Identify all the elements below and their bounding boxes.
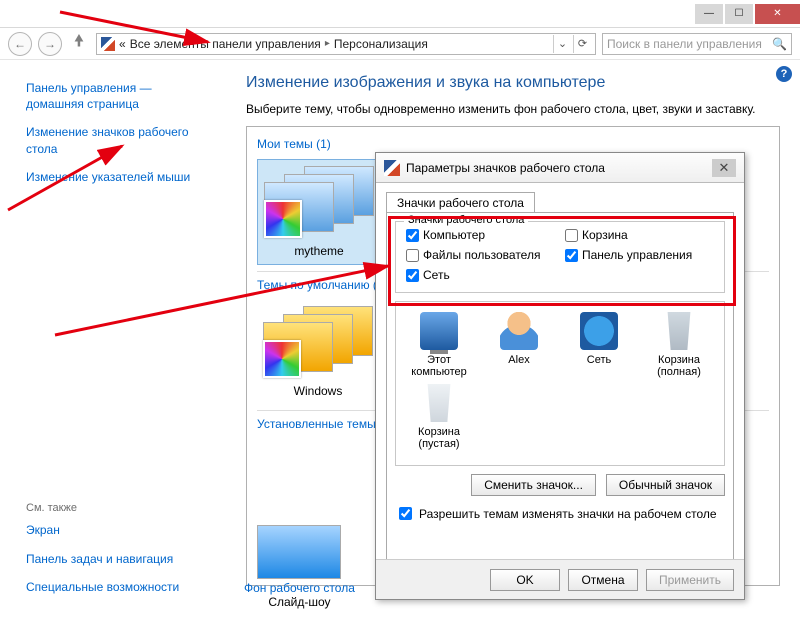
help-icon[interactable]: ? [776, 66, 792, 82]
allow-themes-label: Разрешить темам изменять значки на рабоч… [419, 507, 717, 521]
chevron-down-icon[interactable]: ⌄ [553, 35, 571, 53]
search-input[interactable]: Поиск в панели управления 🔍 [602, 33, 792, 55]
icon-bin-empty[interactable]: Корзина (пустая) [402, 384, 476, 450]
icon-bin-full[interactable]: Корзина (полная) [642, 312, 716, 378]
dialog-titlebar[interactable]: Параметры значков рабочего стола ✕ [376, 153, 744, 183]
desktop-bg-thumb[interactable] [257, 525, 341, 579]
annotation-highlight-box [388, 216, 736, 306]
dialog-title: Параметры значков рабочего стола [406, 161, 605, 175]
recycle-bin-empty-icon [420, 384, 458, 422]
link-change-desktop-icons[interactable]: Изменение значков рабочего стола [26, 124, 212, 156]
recycle-bin-full-icon [660, 312, 698, 350]
icon-network[interactable]: Сеть [562, 312, 636, 378]
computer-icon [420, 312, 458, 350]
default-icon-button[interactable]: Обычный значок [606, 474, 725, 496]
link-accessibility[interactable]: Специальные возможности [26, 579, 212, 595]
control-panel-icon [101, 37, 115, 51]
link-screen[interactable]: Экран [26, 522, 212, 538]
titlebar: — ☐ ✕ [0, 0, 800, 28]
minimize-button[interactable]: — [695, 4, 723, 24]
user-icon [500, 312, 538, 350]
color-swatch-icon [263, 340, 301, 378]
icon-this-pc[interactable]: Этот компьютер [402, 312, 476, 378]
theme-name: Windows [263, 384, 373, 398]
apply-button[interactable]: Применить [646, 569, 734, 591]
link-taskbar[interactable]: Панель задач и навигация [26, 551, 212, 567]
chevron-right-icon[interactable]: ▸ [325, 38, 330, 49]
link-cp-home[interactable]: Панель управления — домашняя страница [26, 80, 212, 112]
close-button[interactable]: ✕ [755, 4, 800, 24]
dialog-close-button[interactable]: ✕ [712, 159, 736, 177]
refresh-icon[interactable]: ⟳ [573, 35, 591, 53]
network-icon [580, 312, 618, 350]
sidebar: Панель управления — домашняя страница Из… [0, 60, 226, 617]
maximize-button[interactable]: ☐ [725, 4, 753, 24]
icon-user[interactable]: Alex [482, 312, 556, 378]
page-title: Изменение изображения и звука на компьют… [246, 74, 780, 92]
theme-thumbnail [264, 166, 374, 238]
breadcrumb-1[interactable]: Все элементы панели управления [130, 37, 321, 51]
tab-desktop-icons[interactable]: Значки рабочего стола [386, 192, 535, 213]
allow-themes-checkbox[interactable] [399, 507, 412, 520]
theme-thumbnail [263, 306, 373, 378]
breadcrumb-2[interactable]: Персонализация [334, 37, 428, 51]
ok-button[interactable]: OK [490, 569, 560, 591]
toolbar: ← → 🠝 « Все элементы панели управления ▸… [0, 28, 800, 60]
icon-preview-grid[interactable]: Этот компьютер Alex Сеть Корзина (полная… [395, 301, 725, 466]
back-button[interactable]: ← [8, 32, 32, 56]
forward-button[interactable]: → [38, 32, 62, 56]
page-desc: Выберите тему, чтобы одновременно измени… [246, 102, 780, 116]
change-icon-button[interactable]: Сменить значок... [471, 474, 596, 496]
up-button[interactable]: 🠝 [68, 33, 90, 55]
see-also-label: См. также [26, 502, 212, 514]
breadcrumb-pre: « [119, 37, 126, 51]
theme-windows[interactable]: Windows [257, 300, 379, 404]
my-themes-label: Мои темы (1) [257, 137, 769, 151]
link-change-pointers[interactable]: Изменение указателей мыши [26, 169, 212, 185]
search-icon: 🔍 [772, 37, 787, 51]
address-bar[interactable]: « Все элементы панели управления ▸ Персо… [96, 33, 596, 55]
theme-name: mytheme [264, 244, 374, 258]
dialog-icon [384, 160, 400, 176]
search-placeholder: Поиск в панели управления [607, 37, 762, 51]
cancel-button[interactable]: Отмена [568, 569, 638, 591]
color-swatch-icon [264, 200, 302, 238]
theme-mytheme[interactable]: mytheme [257, 159, 381, 265]
dialog-footer: OK Отмена Применить [376, 559, 744, 599]
desktop-bg-link[interactable]: Фон рабочего стола [246, 581, 355, 586]
